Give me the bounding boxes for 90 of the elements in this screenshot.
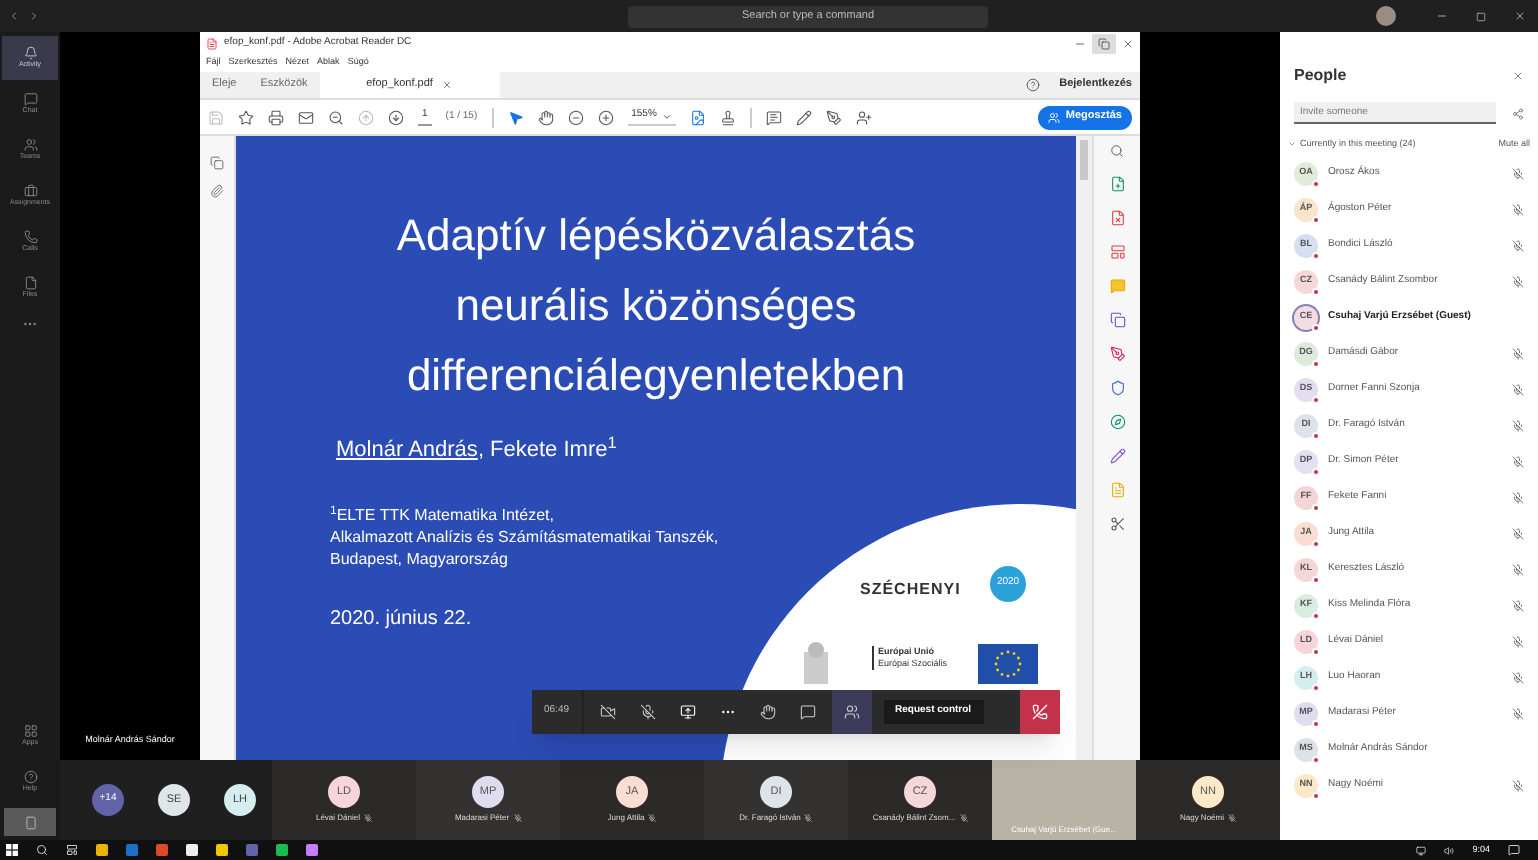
close-icon[interactable] [1512, 70, 1524, 82]
task-view-icon[interactable] [66, 844, 78, 856]
paperclip-icon[interactable] [210, 184, 224, 198]
pencil-icon[interactable] [796, 109, 813, 125]
taskbar-app-icon[interactable] [216, 844, 228, 856]
help-icon [23, 770, 37, 785]
close-icon[interactable] [1122, 37, 1134, 49]
help-icon[interactable] [1025, 78, 1040, 92]
panel-title: People [1294, 64, 1347, 88]
assignments-icon [23, 184, 37, 199]
next-page-icon[interactable] [388, 109, 404, 125]
search-icon[interactable] [1110, 144, 1124, 158]
restore-button[interactable] [1092, 33, 1116, 53]
print-icon[interactable] [268, 109, 284, 125]
activity-icon [23, 46, 37, 61]
mail-icon[interactable] [298, 109, 314, 125]
file-plus-icon[interactable] [1109, 176, 1125, 192]
author-name: Molnár András [336, 436, 478, 466]
scrollbar[interactable] [1076, 136, 1092, 760]
taskbar-app-icon[interactable] [96, 844, 108, 856]
stamp-icon[interactable] [720, 109, 737, 125]
share-icon[interactable] [1512, 107, 1524, 119]
star-icon[interactable] [238, 109, 254, 125]
pages-icon[interactable] [210, 156, 224, 170]
raise-hand-icon[interactable] [759, 704, 776, 720]
calls-icon [23, 230, 37, 245]
notification-icon[interactable] [1508, 844, 1520, 856]
zoom-plus-icon[interactable] [597, 109, 614, 125]
scissors-icon[interactable] [1109, 516, 1125, 532]
zoom-minus-icon[interactable] [567, 109, 584, 125]
participants-toggle[interactable] [831, 690, 872, 734]
file-x-icon[interactable] [1109, 210, 1125, 226]
camera-off-icon[interactable] [599, 704, 616, 720]
author-name: , Fekete Imre$^{1}$ [477, 434, 617, 466]
mic-off-icon [364, 814, 372, 822]
affiliation-line: Alkalmazott Analízis és Számításmatematikai Tanszék, [330, 525, 721, 547]
apps-icon [23, 724, 37, 739]
mic-off-icon[interactable] [639, 704, 656, 720]
share-screen-icon[interactable] [679, 704, 696, 720]
slide-title: Adaptív lépésközválasztás [394, 208, 918, 264]
slide-title: differenciálegyenletekben [404, 348, 908, 404]
affiliation-line: $^{1}$ELTE TTK Matematika Intézet, [330, 503, 556, 525]
chat-icon [23, 92, 37, 107]
minimize-icon[interactable] [1436, 10, 1448, 22]
slide-title: neurális közönséges [453, 278, 859, 334]
pdf-file-icon [206, 37, 218, 49]
comment-icon[interactable] [766, 109, 783, 125]
phone-icon [23, 815, 37, 829]
hang-up-icon [1032, 704, 1048, 720]
files-icon [23, 276, 37, 291]
taskbar-app-icon[interactable] [186, 844, 198, 856]
eu-flag-icon [978, 644, 1038, 684]
taskbar-app-icon[interactable] [246, 844, 258, 856]
zoom-out-icon[interactable] [328, 109, 344, 125]
chat-icon[interactable] [799, 704, 816, 720]
shield-icon[interactable] [1109, 380, 1125, 396]
mic-off-icon [1228, 814, 1236, 822]
volume-icon[interactable] [1444, 845, 1455, 855]
teams-icon [23, 138, 37, 153]
taskbar-app-icon[interactable] [306, 844, 318, 856]
mic-off-icon [513, 814, 522, 822]
mic-off-icon [804, 814, 813, 822]
user-plus-icon[interactable] [856, 109, 873, 125]
windows-logo-icon[interactable] [6, 844, 18, 856]
people-icon [843, 704, 860, 720]
people-icon [1047, 111, 1060, 123]
monitor-icon[interactable] [1416, 845, 1427, 855]
maximize-icon[interactable] [1476, 11, 1486, 21]
compass-icon[interactable] [1109, 414, 1125, 430]
page-fit-icon[interactable] [690, 109, 707, 125]
logo-title: SZÉCHENYI [860, 578, 961, 602]
taskbar-app-icon[interactable] [156, 844, 168, 856]
restore-icon [1098, 37, 1110, 49]
mic-off-icon [648, 814, 657, 822]
slide-date: 2020. június 22. [328, 605, 474, 633]
avatar[interactable] [1376, 6, 1396, 26]
layout-icon[interactable] [1109, 244, 1125, 260]
hand-icon[interactable] [537, 109, 554, 125]
taskbar-app-icon[interactable] [126, 844, 138, 856]
sign-icon[interactable] [826, 109, 843, 125]
pointer-icon[interactable] [507, 109, 524, 125]
affiliation-line: Budapest, Magyarország [330, 547, 510, 569]
pen-icon[interactable] [1109, 346, 1125, 362]
taskbar-app-icon[interactable] [276, 844, 288, 856]
hang-up-button[interactable] [1020, 690, 1060, 734]
mic-off-icon [959, 814, 968, 822]
files-icon[interactable] [1109, 312, 1125, 328]
building-drawing [802, 640, 830, 684]
caret-icon [662, 111, 673, 121]
pencil-icon[interactable] [1109, 448, 1125, 464]
